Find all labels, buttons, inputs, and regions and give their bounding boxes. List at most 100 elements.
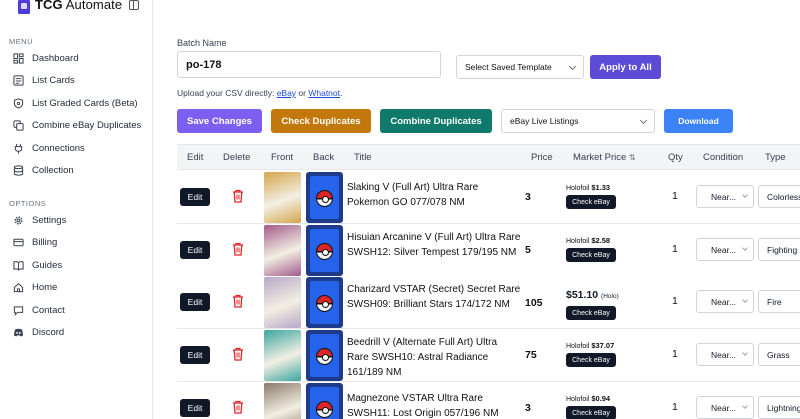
card-back-image[interactable] [306, 277, 343, 328]
sidebar-item-home[interactable]: Home [12, 280, 57, 296]
trash-icon[interactable] [232, 347, 244, 361]
card-back-image[interactable] [306, 330, 343, 381]
edit-button[interactable]: Edit [180, 188, 210, 206]
quantity-value[interactable]: 1 [672, 243, 678, 255]
combine-duplicates-button[interactable]: Combine Duplicates [380, 109, 492, 133]
card-front-image[interactable] [264, 225, 301, 276]
card-title: Slaking V (Full Art) Ultra Rare Pokemon … [347, 182, 479, 208]
card-front-image[interactable] [264, 330, 301, 381]
sort-icon[interactable]: ⇅ [629, 153, 636, 162]
price-value[interactable]: 105 [525, 297, 543, 309]
sidebar: TCG Automate MENU Dashboard List Cards Lis… [0, 0, 153, 419]
card-title: Charizard VSTAR (Secret) Secret Rare SWS… [347, 284, 521, 310]
chevron-down-icon [742, 192, 748, 198]
market-price-variant: Holofoil [566, 185, 590, 192]
whatnot-upload-link[interactable]: Whatnot [308, 88, 340, 98]
card-front-image[interactable] [264, 172, 301, 223]
sidebar-item-connections[interactable]: Connections [12, 140, 85, 156]
edit-button[interactable]: Edit [180, 293, 210, 311]
trash-icon[interactable] [232, 400, 244, 414]
brand[interactable]: TCG Automate [18, 0, 122, 14]
header-edit: Edit [187, 152, 204, 163]
quantity-value[interactable]: 1 [672, 348, 678, 360]
trash-icon[interactable] [232, 242, 244, 256]
check-duplicates-button[interactable]: Check Duplicates [271, 109, 371, 133]
download-button[interactable]: Download [664, 109, 733, 133]
edit-button[interactable]: Edit [180, 241, 210, 259]
plug-icon [12, 142, 24, 154]
sidebar-item-list-cards[interactable]: List Cards [12, 73, 75, 89]
header-back: Back [313, 152, 335, 163]
chevron-down-icon [568, 62, 577, 71]
check-ebay-button[interactable]: Check eBay [566, 195, 616, 209]
price-value[interactable]: 5 [525, 244, 531, 256]
header-market-price[interactable]: Market Price ⇅ [573, 152, 636, 163]
quantity-value[interactable]: 1 [672, 190, 678, 202]
card-back-image[interactable] [306, 225, 343, 276]
sidebar-item-list-graded-cards-beta[interactable]: List Graded Cards (Beta) [12, 95, 138, 111]
sidebar-item-label: Collection [32, 165, 74, 176]
card-front-image[interactable] [264, 277, 301, 328]
card-back-image[interactable] [306, 383, 343, 419]
check-ebay-button[interactable]: Check eBay [566, 248, 616, 262]
check-ebay-button[interactable]: Check eBay [566, 406, 616, 419]
book-icon [12, 259, 24, 271]
sidebar-item-billing[interactable]: Billing [12, 235, 57, 251]
menu-section-label: MENU [9, 37, 34, 46]
condition-select[interactable]: Near... [696, 185, 754, 208]
sidebar-item-label: Settings [32, 214, 67, 226]
sidebar-item-label: Contact [32, 304, 65, 316]
price-value[interactable]: 3 [525, 402, 531, 414]
cards-icon [12, 75, 24, 87]
sidebar-item-combine-ebay-duplicates[interactable]: Combine eBay Duplicates [12, 118, 141, 134]
quantity-value[interactable]: 1 [672, 401, 678, 413]
sidebar-collapse-icon[interactable] [129, 0, 139, 10]
price-value[interactable]: 75 [525, 349, 537, 361]
type-select[interactable]: Fire [758, 290, 800, 313]
edit-button[interactable]: Edit [180, 399, 210, 417]
type-select[interactable]: Fighting [758, 238, 800, 261]
market-price: Holofoil $0.94 [566, 394, 610, 403]
condition-select[interactable]: Near... [696, 396, 754, 419]
batch-name-input[interactable] [177, 51, 441, 78]
sidebar-item-discord[interactable]: Discord [12, 325, 64, 341]
quantity-value[interactable]: 1 [672, 295, 678, 307]
main-content: Batch Name Select Saved Template Apply t… [153, 0, 800, 419]
database-icon [12, 165, 24, 177]
check-ebay-button[interactable]: Check eBay [566, 306, 616, 320]
sidebar-item-collection[interactable]: Collection [12, 163, 74, 179]
condition-select[interactable]: Near... [696, 238, 754, 261]
saved-template-select[interactable]: Select Saved Template [456, 55, 584, 79]
trash-icon[interactable] [232, 294, 244, 308]
sidebar-item-settings[interactable]: Settings [12, 212, 66, 228]
header-title: Title [354, 152, 372, 163]
chevron-down-icon [639, 116, 648, 125]
sidebar-item-contact[interactable]: Contact [12, 302, 65, 318]
header-front: Front [271, 152, 294, 163]
table-row: Edit Magnezone VSTAR Ultra Rare SWSH11: L… [177, 382, 800, 419]
ebay-upload-link[interactable]: eBay [277, 88, 296, 98]
condition-select[interactable]: Near... [696, 343, 754, 366]
listing-source-select[interactable]: eBay Live Listings [501, 109, 655, 133]
type-select[interactable]: Grass [758, 343, 800, 366]
condition-select[interactable]: Near... [696, 290, 754, 313]
sidebar-item-dashboard[interactable]: Dashboard [12, 50, 78, 66]
price-value[interactable]: 3 [525, 191, 531, 203]
logo-icon [18, 0, 30, 14]
market-price-value: $1.33 [591, 183, 611, 192]
chevron-down-icon [742, 245, 748, 251]
market-price-value: $51.10 [566, 289, 599, 301]
save-changes-button[interactable]: Save Changes [177, 109, 262, 133]
card-back-image[interactable] [306, 172, 343, 223]
header-condition: Condition [703, 152, 744, 163]
edit-button[interactable]: Edit [180, 346, 210, 364]
type-select[interactable]: Lightning [758, 396, 800, 419]
condition-value: Near... [711, 402, 737, 413]
card-front-image[interactable] [264, 383, 301, 419]
chat-icon [12, 304, 24, 316]
sidebar-item-guides[interactable]: Guides [12, 257, 62, 273]
trash-icon[interactable] [232, 189, 244, 203]
apply-to-all-button[interactable]: Apply to All [590, 55, 661, 79]
type-select[interactable]: Colorless [758, 185, 800, 208]
check-ebay-button[interactable]: Check eBay [566, 353, 616, 367]
